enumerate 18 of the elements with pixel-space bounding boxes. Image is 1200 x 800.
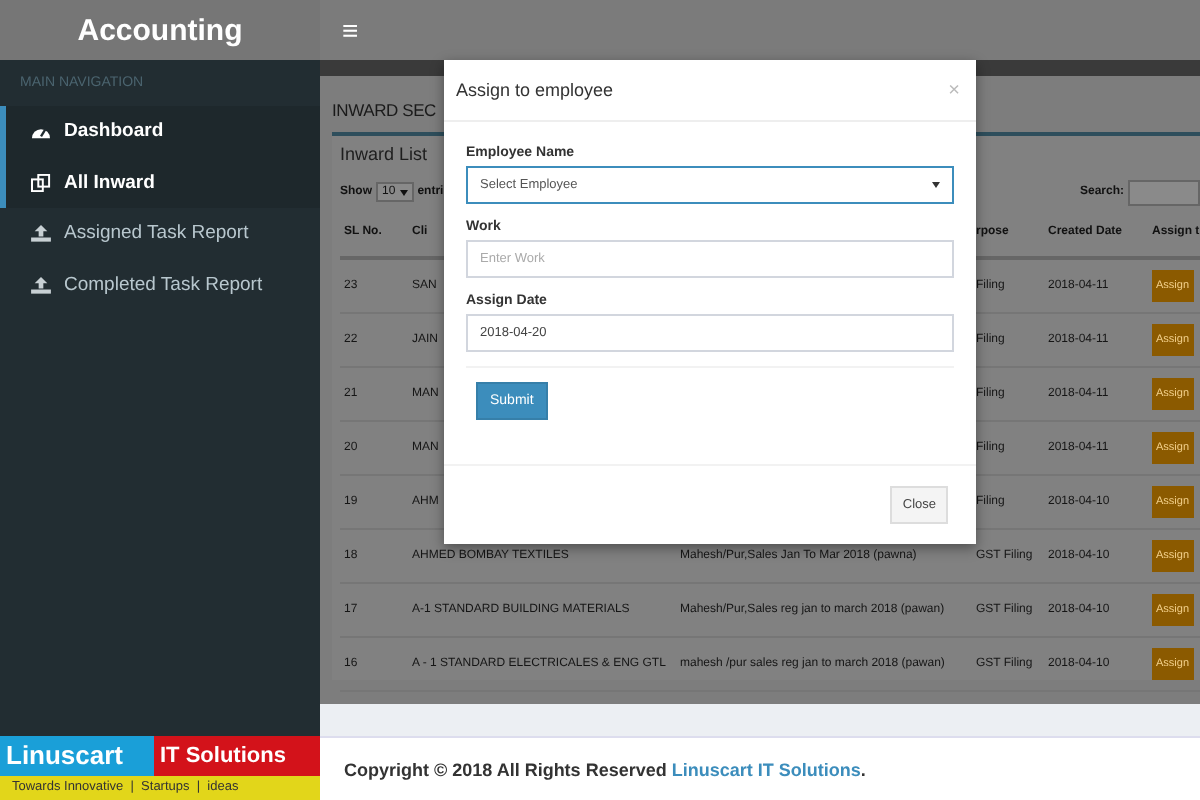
page-title: INWARD SEC	[332, 98, 436, 124]
panel-title: Inward List	[340, 144, 428, 168]
upload-icon	[30, 224, 52, 243]
copy-icon	[30, 173, 52, 192]
app-title: Accounting	[77, 13, 243, 47]
dialog-title: Assign to employee	[456, 80, 614, 100]
copyright-text: Copyright © 2018 All Rights Reserved Linuscart IT Solutions.	[344, 759, 866, 779]
sidebar-item[interactable]: All Inward	[0, 157, 320, 208]
footer-link[interactable]: Linuscart IT Solutions	[671, 759, 861, 779]
logo-name: Linuscart	[0, 736, 154, 776]
sidebar-item[interactable]: Completed Task Report	[0, 259, 320, 310]
logo-suffix: IT Solutions	[154, 736, 320, 776]
sidebar-item[interactable]: Assigned Task Report	[0, 208, 320, 259]
sidebar-item[interactable]: Dashboard	[0, 106, 320, 157]
upload-icon	[30, 275, 52, 294]
menu-icon[interactable]: ≡	[342, 14, 359, 46]
search-field[interactable]	[1128, 179, 1200, 205]
caret-icon	[932, 182, 940, 188]
